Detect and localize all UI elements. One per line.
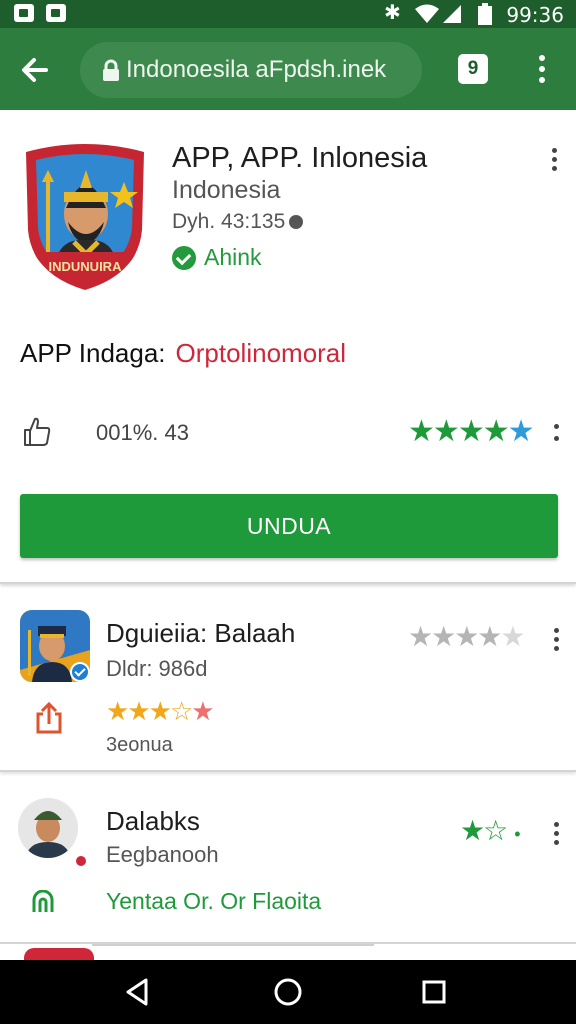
app-detail-card: INDUNUIRA APP, APP. Inlonesia Indonesia … bbox=[0, 110, 576, 584]
list-item-rating-stars: ★★★★★ bbox=[408, 621, 526, 652]
app-notification-icon bbox=[46, 4, 66, 22]
list-item-title: Dguieiia: Balaah bbox=[106, 618, 296, 648]
list-item-menu-icon[interactable] bbox=[548, 820, 564, 846]
avatar bbox=[18, 798, 78, 858]
logo-text: INDUNUIRA bbox=[49, 259, 123, 274]
check-circle-icon bbox=[172, 246, 196, 270]
verified-check-icon bbox=[70, 662, 90, 682]
card-overflow-menu-icon[interactable] bbox=[544, 146, 564, 176]
notification-dot bbox=[74, 854, 88, 868]
app-developer: Indonesia bbox=[172, 176, 281, 204]
app-title: APP, APP. Inlonesia bbox=[172, 142, 428, 174]
user-rating-stars[interactable]: ★★★☆★ bbox=[106, 696, 215, 727]
url-bar[interactable]: Indonoesila aFpdsh.inek bbox=[80, 42, 422, 98]
signal-icon bbox=[443, 5, 461, 23]
list-item-subtitle: Eegbanooh bbox=[106, 842, 219, 867]
tab-switcher-button[interactable]: 9 bbox=[458, 54, 488, 84]
install-button[interactable]: UNDUA bbox=[20, 494, 558, 558]
list-item-subtitle: Dldr: 986d bbox=[106, 656, 208, 681]
next-list-item-peek bbox=[0, 944, 576, 964]
nav-recents-icon[interactable] bbox=[416, 974, 452, 1010]
battery-icon bbox=[478, 3, 492, 25]
info-icon bbox=[289, 215, 304, 230]
app-tagline: APP Indaga: Orptolinomoral bbox=[20, 338, 346, 369]
app-meta: Dyh. 43:135 bbox=[172, 210, 304, 234]
url-text: Indonoesila aFpdsh.inek bbox=[126, 56, 387, 83]
rating-count: 001%. 43 bbox=[96, 420, 189, 445]
nav-back-icon[interactable] bbox=[120, 974, 156, 1010]
share-icon[interactable] bbox=[34, 702, 64, 734]
list-item-caption: 3eonua bbox=[106, 734, 173, 756]
rating-stars: ★★★★★ bbox=[408, 415, 535, 448]
lock-icon bbox=[103, 59, 119, 81]
status-bar: ✱ 99:36 bbox=[0, 0, 576, 28]
image-notification-icon bbox=[14, 4, 34, 22]
verified-label: Ahink bbox=[204, 244, 262, 270]
overflow-menu-icon[interactable] bbox=[530, 52, 554, 88]
tagline-value: Orptolinomoral bbox=[175, 338, 347, 368]
thumbs-up-icon[interactable] bbox=[22, 415, 52, 447]
list-item-menu-icon[interactable] bbox=[548, 626, 564, 652]
list-item-rating-stars: ★☆ • bbox=[460, 815, 521, 846]
system-nav-bar bbox=[0, 960, 576, 1024]
bluetooth-icon: ✱ bbox=[384, 2, 401, 24]
back-arrow-icon[interactable] bbox=[14, 48, 58, 92]
browser-toolbar: Indonoesila aFpdsh.inek 9 bbox=[0, 28, 576, 110]
list-item[interactable]: Dguieiia: Balaah Dldr: 986d ★★★★★ ★★★☆★ … bbox=[0, 596, 576, 772]
list-item[interactable]: Dalabks Eegbanooh ★☆ • Yentaa Or. Or Flao… bbox=[0, 784, 576, 944]
wifi-icon bbox=[415, 4, 439, 23]
tagline-label: APP Indaga: bbox=[20, 338, 166, 368]
list-item-link[interactable]: Yentaa Or. Or Flaoita bbox=[106, 888, 321, 915]
rating-menu-icon[interactable] bbox=[548, 420, 564, 446]
list-item-title: Dalabks bbox=[106, 806, 200, 836]
app-logo: INDUNUIRA bbox=[26, 144, 144, 290]
status-time: 99:36 bbox=[506, 3, 564, 27]
app-meta-text: Dyh. 43:135 bbox=[172, 210, 286, 233]
link-icon bbox=[32, 890, 54, 912]
nav-home-icon[interactable] bbox=[270, 974, 306, 1010]
